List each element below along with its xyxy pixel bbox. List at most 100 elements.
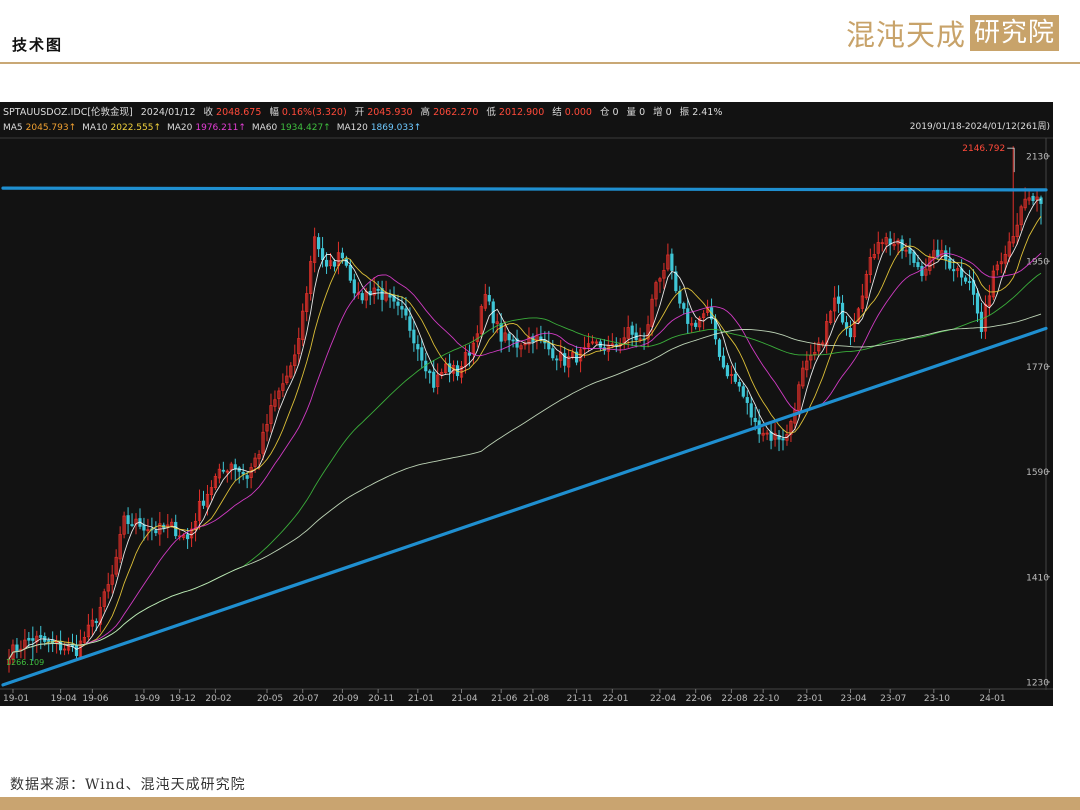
candle-body	[694, 322, 698, 327]
header-field: 结	[552, 106, 562, 118]
ma120-line	[8, 313, 1042, 660]
x-tick-label: 23-10	[924, 694, 950, 704]
candle-body	[678, 290, 682, 304]
candle-body	[447, 363, 452, 373]
candle-body	[967, 281, 972, 283]
candle-body	[912, 251, 916, 263]
candle-body	[551, 348, 555, 359]
candle-body	[781, 438, 785, 441]
x-tick-label: 20-09	[332, 694, 358, 704]
ma60-line	[8, 272, 1042, 660]
x-tick-label: 19-04	[51, 694, 77, 704]
period-high-label: 2146.792	[962, 144, 1005, 154]
x-tick-label: 23-07	[880, 694, 906, 704]
x-tick-label: 21-04	[451, 694, 477, 704]
x-tick-label: 20-07	[293, 694, 319, 704]
header-field: 幅	[269, 106, 279, 118]
candle-body	[130, 524, 134, 526]
candle-body	[717, 339, 722, 357]
x-tick-label: 19-12	[170, 694, 196, 704]
candle-body	[555, 358, 559, 361]
ma-legend-item: MA60	[252, 123, 278, 133]
y-tick-label: 1590	[1026, 468, 1049, 478]
candlestick-chart-panel[interactable]: SPTAUUSDOZ.IDC[伦敦金现] 2024/01/12 收 2048.675 幅…	[0, 102, 1053, 706]
candle-body	[420, 347, 424, 361]
x-tick-label: 22-08	[721, 694, 747, 704]
logo-text: 混沌天成	[846, 18, 967, 52]
candle-body	[670, 253, 674, 271]
candle-body	[404, 308, 408, 316]
ma5-line	[8, 199, 1042, 660]
candle-body	[741, 386, 745, 397]
candle-body	[963, 277, 968, 282]
candle-body	[975, 293, 980, 314]
candle-body	[428, 370, 432, 374]
x-tick-label: 19-06	[82, 694, 108, 704]
candle-body	[376, 288, 380, 291]
x-tick-label: 21-01	[408, 694, 434, 704]
candle-body	[737, 381, 741, 387]
candle-body	[745, 397, 749, 403]
candle-body	[511, 339, 515, 342]
candle-body	[31, 638, 35, 641]
header-field: 开	[355, 107, 365, 118]
header-field: 增	[653, 106, 663, 118]
page-title: 技术图	[12, 36, 64, 54]
x-tick-label: 19-09	[134, 694, 160, 704]
company-logo: 混沌天成 研究院	[846, 14, 1060, 52]
candle-body	[412, 329, 416, 344]
header-field: 0	[639, 107, 645, 118]
candle-body	[1039, 197, 1043, 204]
y-tick-label: 1230	[1026, 679, 1049, 689]
candle-body	[836, 296, 841, 304]
header-field: 低	[486, 106, 496, 118]
header-field: 振	[680, 106, 690, 118]
resistance-trendline	[1, 186, 1048, 192]
y-tick-label: 1410	[1026, 573, 1049, 583]
y-tick-label: 1770	[1026, 363, 1049, 373]
header-field: 高	[421, 106, 431, 118]
candle-body	[920, 265, 924, 277]
x-tick-label: 22-04	[650, 694, 676, 704]
y-tick-label: 1950	[1026, 258, 1049, 268]
candlestick-chart[interactable]: SPTAUUSDOZ.IDC[伦敦金现] 2024/01/12 收 2048.675 幅…	[0, 102, 1053, 706]
ma-legend-item: 1934.427↑	[280, 123, 330, 133]
x-tick-label: 23-04	[840, 694, 866, 704]
candle-body	[154, 530, 158, 534]
ma-legend-item: 2022.555↑	[111, 123, 161, 133]
candle-body	[352, 279, 356, 294]
candle-body	[74, 645, 79, 656]
candle-body	[344, 258, 348, 266]
source-note: 数据来源：Wind、混沌天成研究院	[10, 777, 246, 793]
candle-body	[547, 342, 551, 350]
candle-body	[721, 355, 726, 368]
candle-body	[749, 403, 753, 418]
candle-body	[753, 418, 757, 423]
ma-legend-item: MA5	[3, 123, 23, 133]
candle-body	[952, 269, 956, 272]
candle-body	[916, 262, 920, 268]
ma10-line	[8, 216, 1042, 660]
x-tick-label: 21-06	[491, 694, 517, 704]
date-range-label: 2019/01/18-2024/01/12(261周)	[910, 121, 1050, 132]
ma20-line	[8, 252, 1042, 660]
header-field: 0.000	[565, 107, 592, 118]
header-field: 2012.900	[499, 107, 544, 118]
ma-legend-item: 1976.211↑	[195, 123, 245, 133]
x-tick-label: 23-01	[797, 694, 823, 704]
header-field: 量	[627, 107, 637, 118]
candle-body	[908, 248, 912, 254]
header-field: 2062.270	[433, 107, 478, 118]
x-tick-label: 20-05	[257, 694, 283, 704]
footer-bar	[0, 797, 1080, 810]
candle-body	[320, 248, 325, 261]
candle-body	[979, 311, 984, 332]
candle-body	[388, 294, 392, 298]
candle-body	[241, 471, 245, 475]
candle-body	[332, 261, 337, 267]
y-tick-label: 2130	[1026, 153, 1049, 163]
candle-body	[416, 344, 420, 350]
candle-body	[1031, 195, 1035, 202]
candle-body	[340, 252, 345, 259]
period-low-label: 1266.109	[6, 658, 44, 667]
